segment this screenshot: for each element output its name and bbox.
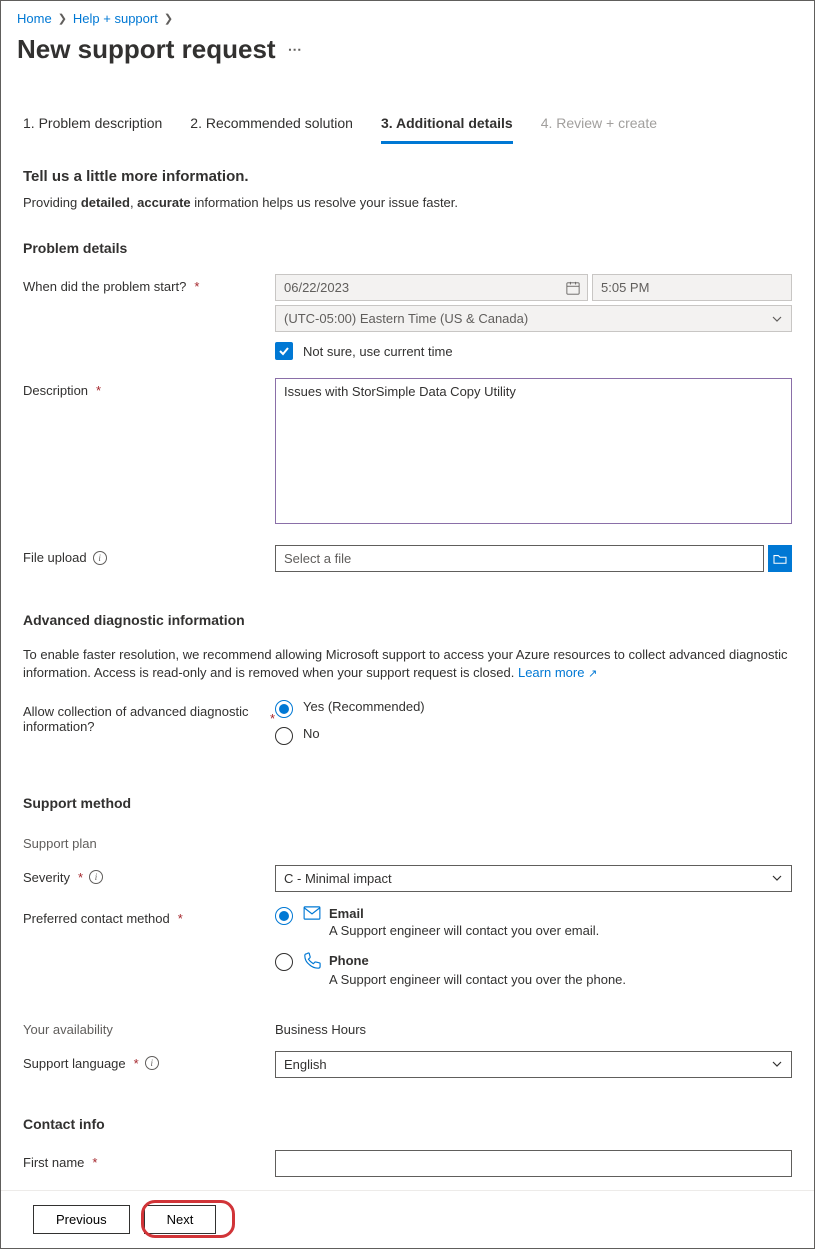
radio-contact-email[interactable]: Email A Support engineer will contact yo… — [275, 906, 792, 938]
availability-value: Business Hours — [275, 1017, 792, 1037]
label-availability: Your availability — [23, 1017, 275, 1037]
label-support-plan: Support plan — [23, 831, 275, 851]
label-contact-method: Preferred contact method* — [23, 906, 275, 926]
intro-subtext: Providing detailed, accurate information… — [23, 195, 792, 210]
label-problem-start: When did the problem start?* — [23, 274, 275, 294]
first-name-input[interactable] — [275, 1150, 792, 1177]
intro-heading: Tell us a little more information. — [23, 168, 792, 185]
section-diagnostic: Advanced diagnostic information — [23, 612, 792, 628]
tab-review-create: 4. Review + create — [541, 109, 657, 144]
next-button[interactable]: Next — [144, 1205, 217, 1234]
label-first-name: First name* — [23, 1150, 275, 1170]
breadcrumb: Home ❯ Help + support ❯ — [1, 1, 814, 30]
label-support-language: Support language* i — [23, 1051, 275, 1071]
chevron-down-icon — [771, 313, 783, 325]
problem-start-date-input[interactable] — [275, 274, 588, 301]
more-actions-button[interactable]: ⋯ — [288, 41, 303, 58]
learn-more-link[interactable]: Learn more ↗ — [518, 665, 597, 680]
radio-diagnostic-yes[interactable]: Yes (Recommended) — [275, 699, 792, 718]
breadcrumb-help-support[interactable]: Help + support — [73, 11, 158, 26]
radio-icon — [275, 727, 293, 745]
label-description: Description* — [23, 378, 275, 398]
tab-problem-description[interactable]: 1. Problem description — [23, 109, 162, 144]
description-textarea[interactable]: Issues with StorSimple Data Copy Utility — [275, 378, 792, 524]
section-support-method: Support method — [23, 795, 792, 811]
file-browse-button[interactable] — [768, 545, 792, 572]
radio-contact-phone[interactable]: Phone A Support engineer will contact yo… — [275, 952, 792, 987]
radio-icon — [275, 907, 293, 925]
page-title: New support request ⋯ — [1, 30, 814, 69]
info-icon[interactable]: i — [93, 551, 107, 565]
not-sure-checkbox[interactable] — [275, 342, 293, 360]
section-contact-info: Contact info — [23, 1116, 792, 1132]
label-severity: Severity* i — [23, 865, 275, 885]
diagnostic-paragraph: To enable faster resolution, we recommen… — [23, 646, 792, 683]
label-allow-diagnostic: Allow collection of advanced diagnostic … — [23, 699, 275, 734]
wizard-tabs: 1. Problem description 2. Recommended so… — [1, 69, 814, 144]
radio-diagnostic-no[interactable]: No — [275, 726, 792, 745]
chevron-right-icon: ❯ — [164, 12, 173, 25]
severity-select[interactable]: C - Minimal impact — [275, 865, 792, 892]
chevron-down-icon — [771, 872, 783, 884]
tab-recommended-solution[interactable]: 2. Recommended solution — [190, 109, 353, 144]
chevron-down-icon — [771, 1058, 783, 1070]
problem-start-time-input[interactable] — [592, 274, 792, 301]
phone-icon — [303, 952, 321, 970]
breadcrumb-home[interactable]: Home — [17, 11, 52, 26]
label-file-upload: File upload i — [23, 545, 275, 565]
chevron-right-icon: ❯ — [58, 12, 67, 25]
support-language-select[interactable]: English — [275, 1051, 792, 1078]
previous-button[interactable]: Previous — [33, 1205, 130, 1234]
file-upload-input[interactable]: Select a file — [275, 545, 764, 572]
info-icon[interactable]: i — [145, 1056, 159, 1070]
section-problem-details: Problem details — [23, 240, 792, 256]
radio-icon — [275, 700, 293, 718]
external-link-icon: ↗ — [588, 668, 597, 680]
info-icon[interactable]: i — [89, 870, 103, 884]
tab-additional-details[interactable]: 3. Additional details — [381, 109, 513, 144]
folder-icon — [773, 553, 787, 565]
not-sure-label: Not sure, use current time — [303, 344, 453, 359]
timezone-select[interactable]: (UTC-05:00) Eastern Time (US & Canada) — [275, 305, 792, 332]
mail-icon — [303, 906, 321, 920]
wizard-footer: Previous Next — [1, 1190, 814, 1248]
radio-icon — [275, 953, 293, 971]
